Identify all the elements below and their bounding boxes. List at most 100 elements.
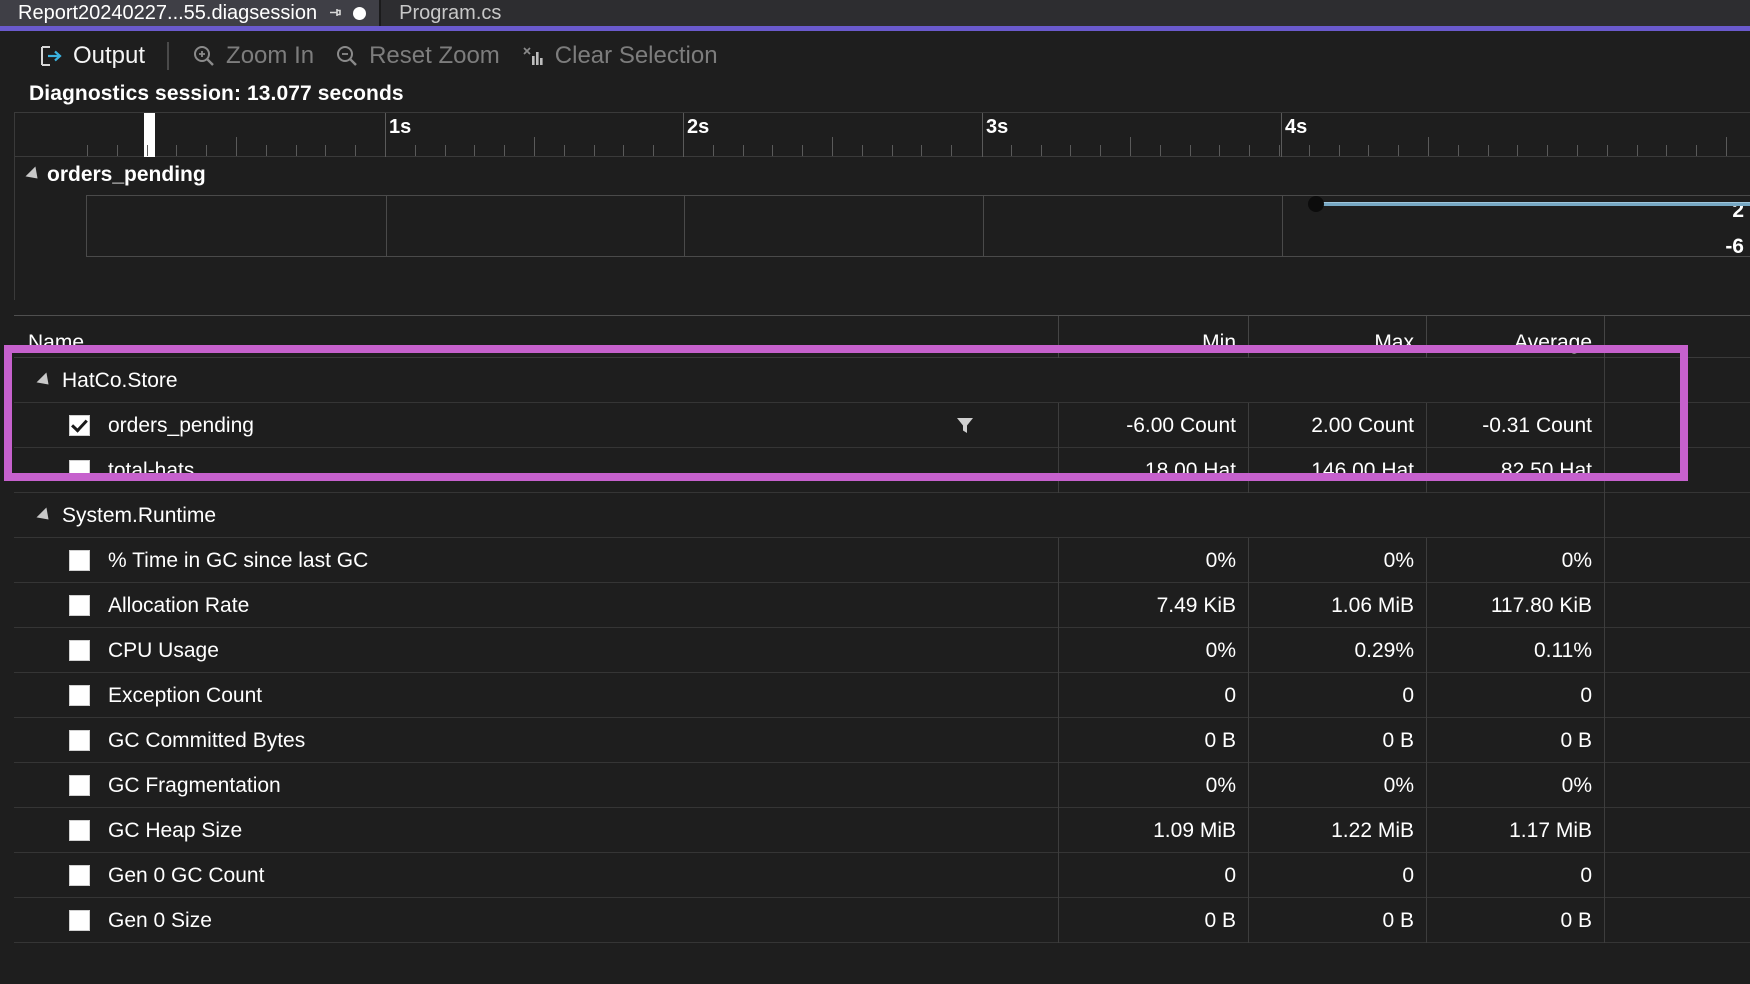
ruler-tick — [772, 145, 773, 156]
row-checkbox[interactable] — [69, 415, 90, 436]
row-name-label: HatCo.Store — [62, 368, 178, 392]
plot-gridline — [983, 196, 984, 256]
ruler-tick — [594, 145, 595, 156]
row-checkbox[interactable] — [69, 685, 90, 706]
table-row[interactable]: total-hats 18.00 Hat 146.00 Hat 82.50 Hat — [14, 448, 1750, 493]
ruler-tick — [117, 145, 118, 156]
row-name-cell: total-hats — [14, 448, 194, 493]
reset-zoom-button[interactable]: Reset Zoom — [324, 36, 510, 76]
cell-max: 0 — [1402, 683, 1414, 707]
ruler-tick — [325, 145, 326, 156]
ruler-tick — [951, 145, 952, 156]
chart-title-row[interactable]: orders_pending — [25, 163, 206, 187]
ruler-tick — [87, 145, 88, 156]
table-row[interactable]: Gen 0 GC Count 0 0 0 — [14, 853, 1750, 898]
column-divider — [1604, 493, 1605, 538]
row-checkbox[interactable] — [69, 730, 90, 751]
cell-avg: -0.31 Count — [1482, 413, 1592, 437]
ruler-tick — [862, 145, 863, 156]
table-row[interactable]: Allocation Rate 7.49 KiB 1.06 MiB 117.80 Ki… — [14, 583, 1750, 628]
tab-diagsession[interactable]: Report20240227...55.diagsession — [0, 0, 380, 26]
header-column-divider — [1426, 316, 1427, 358]
series-marker-point[interactable] — [1307, 196, 1324, 212]
table-group-row[interactable]: HatCo.Store — [14, 358, 1750, 403]
ruler-tick — [802, 145, 803, 156]
table-row[interactable]: GC Committed Bytes 0 B 0 B 0 B — [14, 718, 1750, 763]
cell-avg: 82.50 Hat — [1500, 458, 1592, 482]
row-checkbox[interactable] — [69, 640, 90, 661]
chevron-expanded-icon[interactable] — [25, 166, 43, 184]
ruler-label-3s: 3s — [986, 116, 1009, 138]
table-row[interactable]: Exception Count 0 0 0 — [14, 673, 1750, 718]
zoom-in-button-label: Zoom In — [226, 41, 315, 69]
row-checkbox[interactable] — [69, 820, 90, 841]
row-name-cell: GC Fragmentation — [14, 763, 281, 808]
tab-program-cs-label: Program.cs — [399, 1, 502, 24]
zoom-in-button[interactable]: Zoom In — [181, 36, 324, 76]
ruler-tick — [623, 145, 624, 156]
column-header-name[interactable]: Name — [28, 331, 84, 355]
timeline-playhead[interactable] — [144, 113, 155, 157]
column-header-average[interactable]: Average — [1426, 331, 1604, 355]
tab-program-cs[interactable]: Program.cs — [381, 0, 515, 26]
row-checkbox[interactable] — [69, 550, 90, 571]
diagnostics-toolbar: Output Zoom In Reset Zoom Clear Selectio… — [0, 31, 1750, 80]
ruler-tick — [1517, 145, 1518, 156]
filter-funnel-icon[interactable] — [953, 413, 977, 437]
table-row[interactable]: CPU Usage 0% 0.29% 0.11% — [14, 628, 1750, 673]
row-name-label: CPU Usage — [108, 638, 219, 662]
column-header-min[interactable]: Min — [1058, 331, 1248, 355]
row-checkbox[interactable] — [69, 460, 90, 481]
table-row[interactable]: GC Heap Size 1.09 MiB 1.22 MiB 1.17 MiB — [14, 808, 1750, 853]
table-row[interactable]: % Time in GC since last GC 0% 0% 0% — [14, 538, 1750, 583]
clear-selection-button[interactable]: Clear Selection — [510, 36, 728, 76]
cell-max: 0 B — [1382, 728, 1414, 752]
table-row[interactable]: orders_pending -6.00 Count 2.00 Count -0.31… — [14, 403, 1750, 448]
row-name-label: orders_pending — [108, 413, 254, 437]
table-row[interactable]: GC Fragmentation 0% 0% 0% — [14, 763, 1750, 808]
cell-avg: 117.80 KiB — [1490, 593, 1592, 617]
timeline-ruler[interactable]: 1s 2s 3s 4s — [15, 113, 1750, 157]
row-checkbox[interactable] — [69, 775, 90, 796]
cell-min: 0 — [1224, 863, 1236, 887]
chevron-expanded-icon[interactable] — [36, 507, 54, 524]
pin-icon[interactable] — [327, 5, 343, 21]
column-divider — [1604, 358, 1605, 403]
cell-min: 0 B — [1204, 728, 1236, 752]
table-group-row[interactable]: System.Runtime — [14, 493, 1750, 538]
column-divider — [1604, 763, 1605, 808]
ruler-tick — [892, 145, 893, 156]
column-divider — [1604, 628, 1605, 673]
ruler-tick — [1011, 145, 1012, 156]
ruler-tick — [1637, 145, 1638, 156]
cell-avg: 0 B — [1560, 908, 1592, 932]
cell-max: 0.29% — [1354, 638, 1414, 662]
table-row[interactable]: Gen 0 Size 0 B 0 B 0 B — [14, 898, 1750, 943]
row-checkbox[interactable] — [69, 910, 90, 931]
header-column-divider — [1248, 316, 1249, 358]
column-divider — [1604, 673, 1605, 718]
chart-title-label: orders_pending — [47, 163, 206, 186]
row-name-cell: % Time in GC since last GC — [14, 538, 368, 583]
ruler-tick — [1547, 145, 1548, 156]
chart-plot-area[interactable] — [86, 195, 1750, 257]
row-checkbox[interactable] — [69, 595, 90, 616]
ruler-tick — [1696, 145, 1697, 156]
column-header-max[interactable]: Max — [1248, 331, 1426, 355]
column-divider — [1604, 898, 1605, 943]
ruler-tick — [1309, 145, 1310, 156]
ruler-tick — [504, 145, 505, 156]
cell-avg: 0.11% — [1534, 638, 1592, 662]
ruler-tick — [564, 145, 565, 156]
ruler-tick — [1249, 145, 1250, 156]
ruler-tick — [1339, 145, 1340, 156]
row-name-label: % Time in GC since last GC — [108, 548, 369, 572]
output-button[interactable]: Output — [28, 36, 155, 76]
ruler-tick — [1726, 137, 1727, 156]
modified-dot-icon[interactable] — [353, 6, 367, 20]
chevron-expanded-icon[interactable] — [36, 372, 54, 389]
row-checkbox[interactable] — [69, 865, 90, 886]
series-line-orders-pending — [1315, 201, 1750, 206]
output-button-label: Output — [73, 41, 146, 69]
row-name-label: GC Committed Bytes — [108, 728, 306, 752]
